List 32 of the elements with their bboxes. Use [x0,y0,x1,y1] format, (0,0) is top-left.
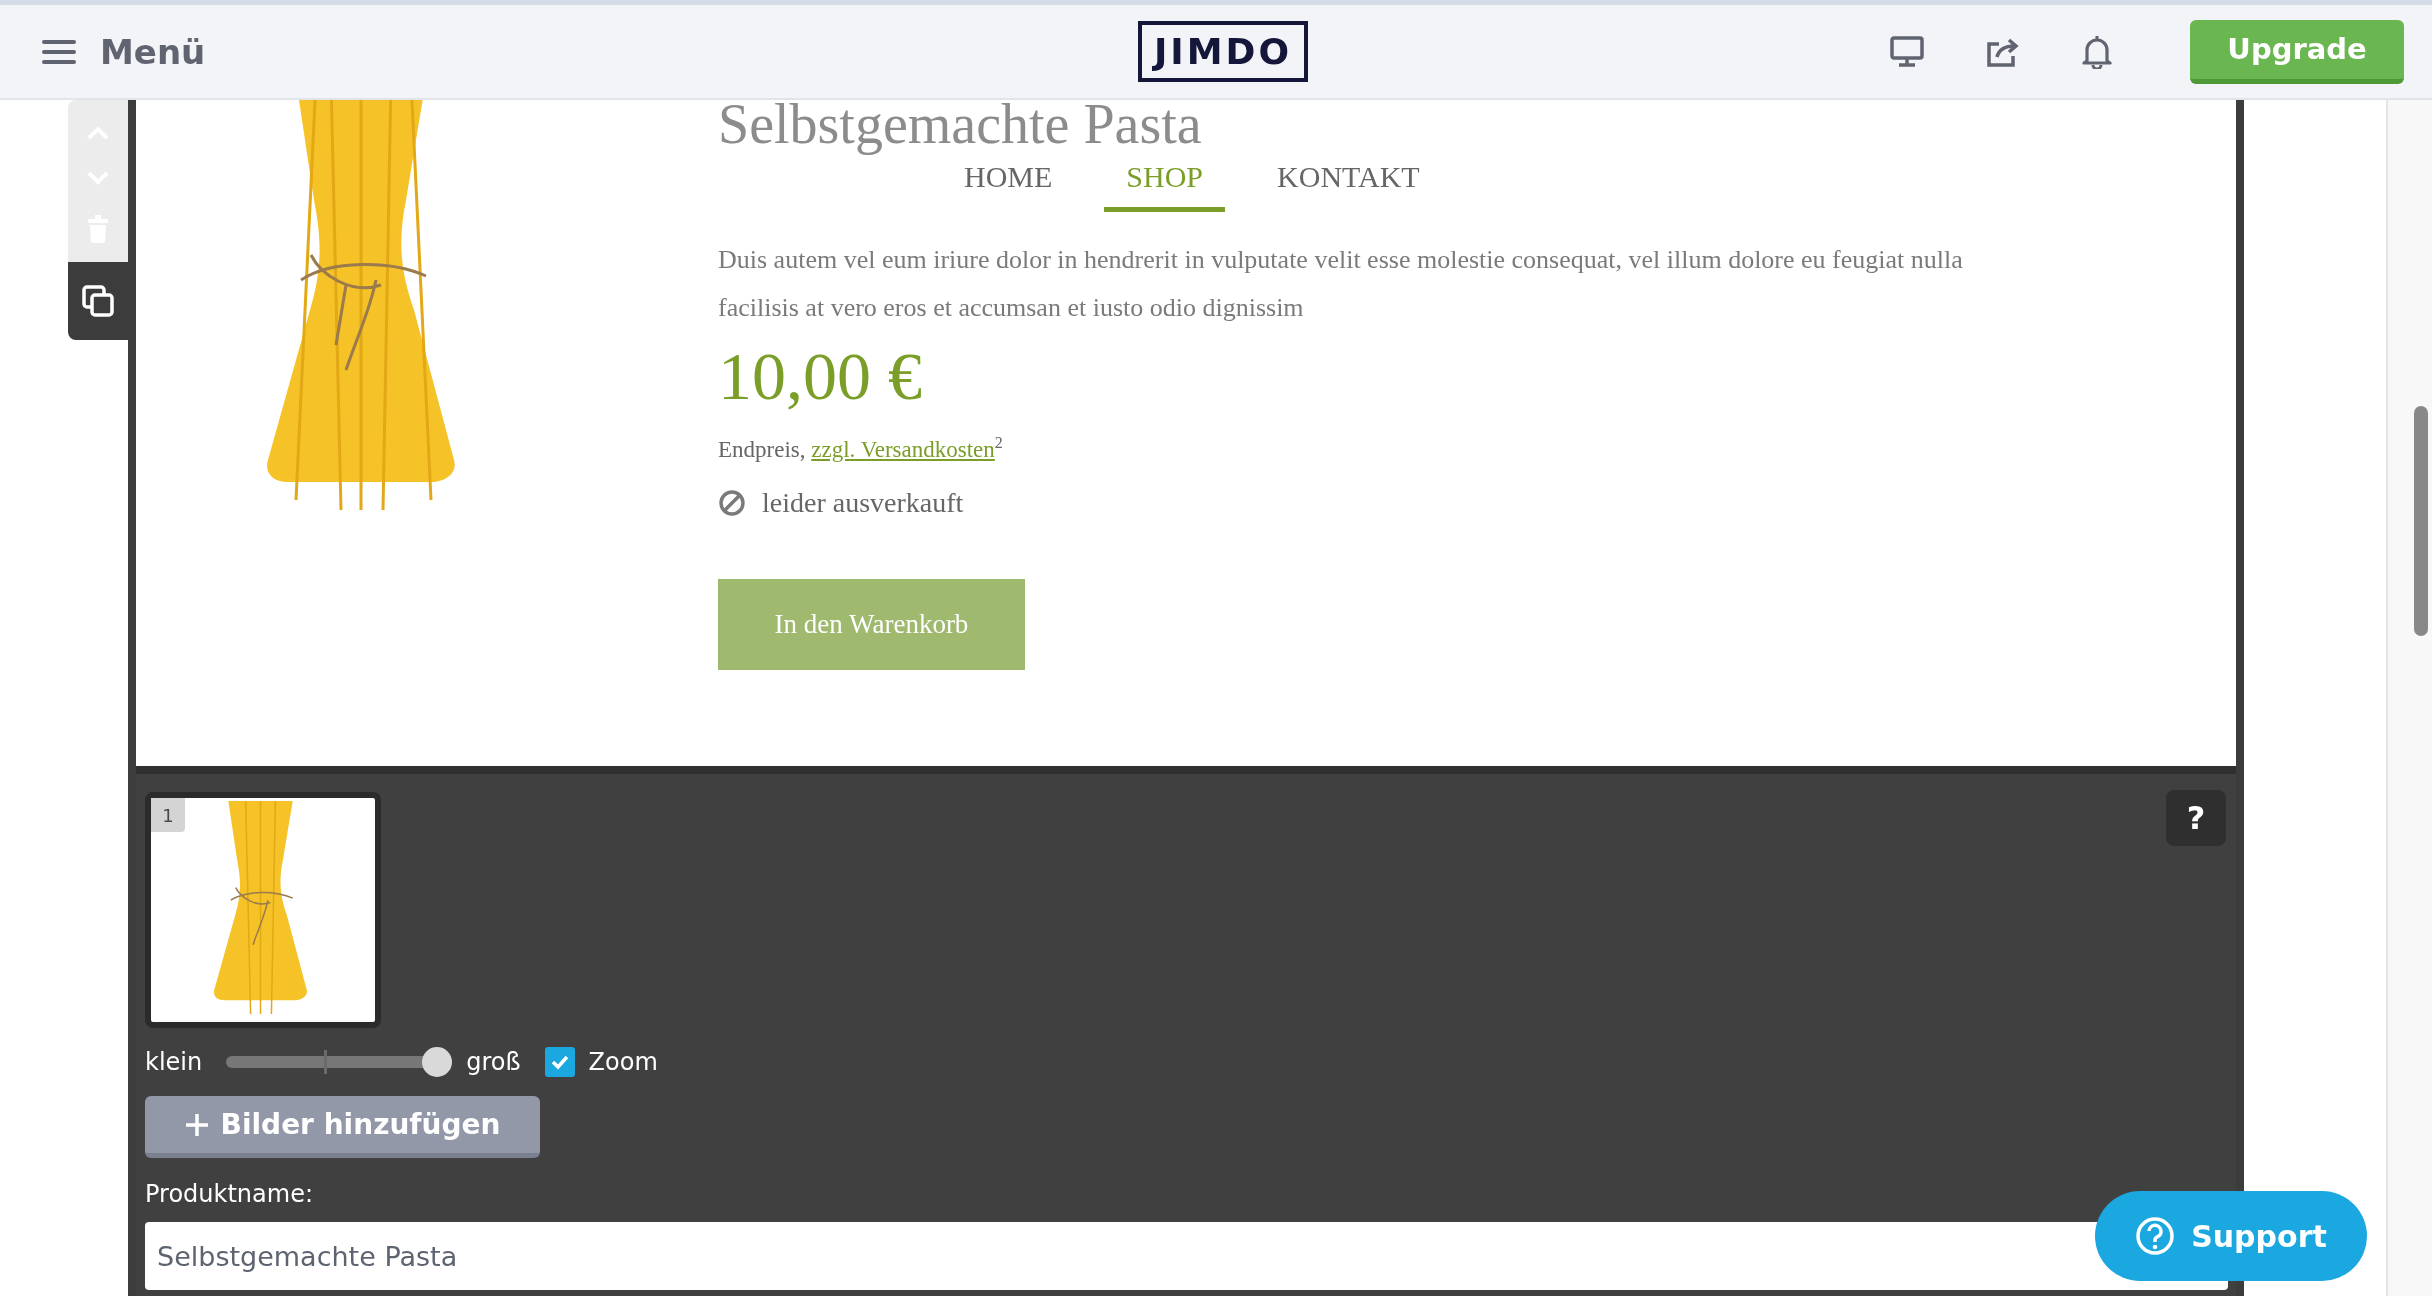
nav-link[interactable]: SHOP [1104,160,1226,212]
nav-link[interactable]: KONTAKT [1267,160,1430,212]
product-name-label: Produktname: [145,1179,314,1210]
logo[interactable]: JIMDO [1137,20,1309,83]
bell-icon[interactable] [2082,34,2112,69]
size-min-label: klein [145,1048,203,1076]
menu-button[interactable]: Menü [42,31,206,72]
support-button[interactable]: Support [2095,1191,2367,1281]
scrollbar[interactable] [2414,406,2428,636]
copy-button[interactable] [68,262,128,340]
nav-link[interactable]: HOME [954,160,1063,212]
image-number: 1 [151,798,185,832]
help-button[interactable]: ? [2166,790,2226,846]
unavailable-icon [718,488,746,517]
help-icon [2135,1216,2176,1256]
plus-icon [184,1112,209,1137]
price: 10,00 € [718,337,922,416]
slider-handle[interactable] [422,1047,453,1077]
availability-text: leider ausverkauft [762,485,964,520]
desktop-icon[interactable] [1890,35,1924,68]
size-slider[interactable] [226,1047,453,1077]
size-max-label: groß [466,1048,521,1076]
product-description: Duis autem vel eum iriure dolor in hendrerit in vulputate velit esse molestie consequat, vel illum dolore eu feugiat nulla facilisis at vero eros et accumsan et iusto odio dignissim [718,244,1964,324]
zoom-checkbox[interactable] [544,1047,575,1077]
image-thumbnail[interactable]: 1 [145,792,381,1028]
price-note: Endpreis, zzgl. Versandkosten$^{2}$ [718,433,1003,464]
copy-icon [82,285,114,317]
shipping-costs-link[interactable]: zzgl. Versandkosten [811,436,995,462]
zoom-label: Zoom [588,1048,658,1076]
product-title: Selbstgemachte Pasta [718,100,1202,154]
menu-icon [42,38,76,65]
add-images-button[interactable]: Bilder hinzufügen [145,1096,540,1158]
